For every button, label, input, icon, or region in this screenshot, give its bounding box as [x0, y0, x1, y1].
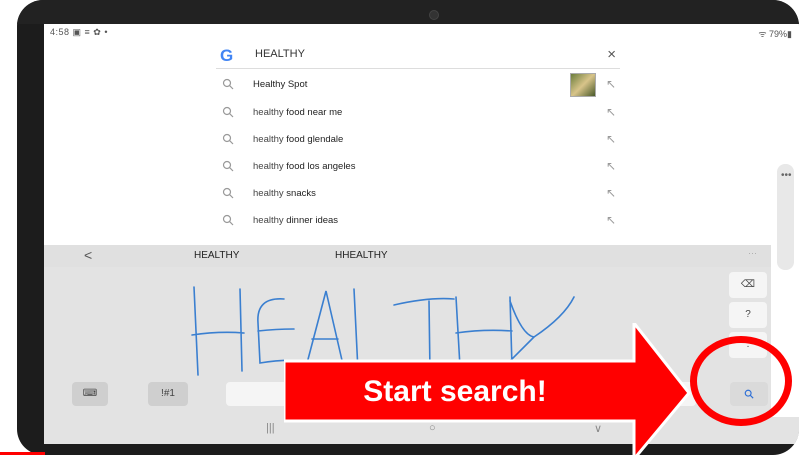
- search-icon: [222, 78, 234, 90]
- clear-icon[interactable]: ×: [607, 46, 616, 63]
- suggestion-thumbnail: [570, 73, 596, 97]
- red-underline-mark: [0, 452, 45, 455]
- symbols-key[interactable]: !#1: [148, 382, 188, 406]
- search-icon: [222, 106, 234, 118]
- floating-scroll-handle[interactable]: •••: [777, 164, 794, 270]
- search-icon: [222, 187, 234, 199]
- red-circle-annotation: [690, 336, 792, 426]
- suggestion-text: healthy food glendale: [253, 134, 344, 145]
- tablet-bezel: [17, 0, 799, 24]
- fill-arrow-icon[interactable]: ↖: [606, 213, 616, 227]
- question-key[interactable]: ?: [729, 302, 767, 328]
- search-icon: [222, 160, 234, 172]
- suggestion-text: Healthy Spot: [253, 79, 308, 90]
- suggestion-text: healthy food los angeles: [253, 161, 356, 172]
- recent-apps-icon[interactable]: |||: [266, 422, 275, 434]
- back-chevron-icon[interactable]: <: [84, 247, 92, 263]
- suggestion-item[interactable]: Healthy Spot ↖: [216, 72, 626, 99]
- suggestion-text: healthy food near me: [253, 107, 343, 118]
- candidate-word[interactable]: HEALTHY: [194, 250, 239, 261]
- fill-arrow-icon[interactable]: ↖: [606, 186, 616, 200]
- candidate-word[interactable]: HHEALTHY: [335, 250, 388, 261]
- more-icon[interactable]: •••: [781, 170, 792, 181]
- fill-arrow-icon[interactable]: ↖: [606, 77, 616, 91]
- google-logo-icon: G: [220, 46, 234, 65]
- suggestion-item[interactable]: healthy food glendale ↖: [216, 127, 626, 154]
- fill-arrow-icon[interactable]: ↖: [606, 105, 616, 119]
- suggestion-text: healthy dinner ideas: [253, 215, 339, 226]
- more-candidates-icon[interactable]: ···: [748, 248, 757, 258]
- camera-icon: [429, 10, 439, 20]
- suggestion-item[interactable]: healthy snacks ↖: [216, 181, 626, 208]
- annotation-label: Start search!: [363, 375, 547, 408]
- fill-arrow-icon[interactable]: ↖: [606, 132, 616, 146]
- search-icon: [222, 214, 234, 226]
- search-bar[interactable]: G HEALTHY ×: [216, 44, 620, 69]
- suggestion-item[interactable]: healthy dinner ideas ↖: [216, 208, 626, 235]
- suggestion-text: healthy snacks: [253, 188, 316, 199]
- keyboard-switch-key[interactable]: ⌨: [72, 382, 108, 406]
- suggestion-item[interactable]: healthy food los angeles ↖: [216, 154, 626, 181]
- status-bar: 4:58 ▣ ≡ ✿ • ᯤ 79%▮: [44, 24, 799, 40]
- fill-arrow-icon[interactable]: ↖: [606, 159, 616, 173]
- suggestion-item[interactable]: healthy food near me ↖: [216, 100, 626, 127]
- search-input[interactable]: HEALTHY: [255, 48, 305, 60]
- search-icon: [222, 133, 234, 145]
- status-left: 4:58 ▣ ≡ ✿ •: [50, 27, 108, 37]
- status-battery: ᯤ 79%▮: [758, 29, 792, 39]
- candidate-bar: < HEALTHY HHEALTHY ···: [44, 245, 771, 267]
- backspace-key[interactable]: ⌫: [729, 272, 767, 298]
